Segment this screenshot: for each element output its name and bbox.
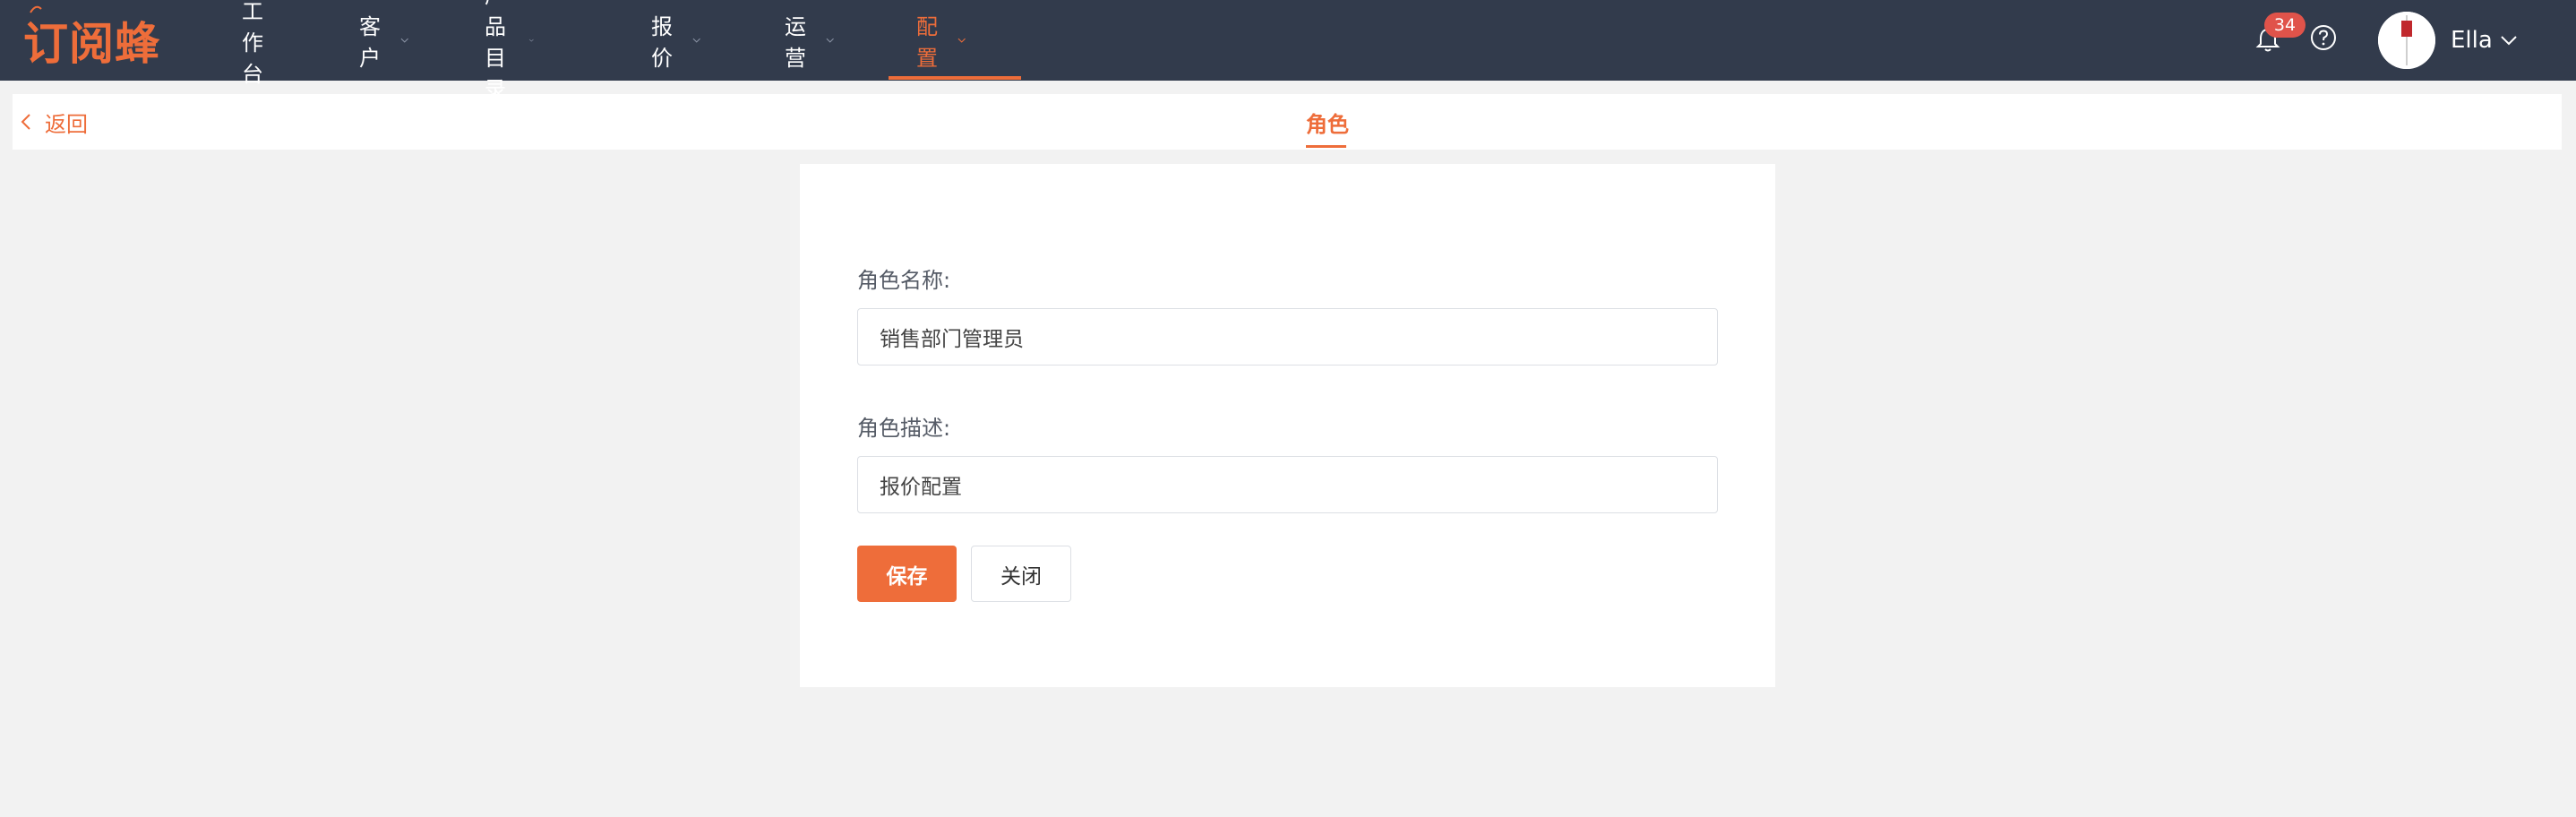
back-label: 返回	[45, 111, 88, 137]
avatar[interactable]	[2378, 12, 2435, 69]
logo-text: 订阅蜂	[23, 18, 160, 70]
active-nav-indicator	[889, 76, 1021, 80]
chevron-down-icon	[957, 38, 966, 43]
nav-item-label: 客户	[359, 14, 381, 71]
role-name-label: 角色名称:	[857, 268, 951, 293]
back-button[interactable]: 返回	[18, 94, 88, 150]
chevron-down-icon	[529, 39, 535, 42]
user-name[interactable]: Ella	[2451, 0, 2493, 81]
role-description-input[interactable]: 报价配置	[857, 456, 1718, 513]
active-tab-indicator	[1306, 145, 1346, 148]
avatar-image-icon	[2378, 12, 2435, 69]
nav-item-quotes[interactable]: 报价	[651, 0, 701, 81]
role-name-value: 销售部门管理员	[880, 328, 1024, 351]
close-button[interactable]: 关闭	[971, 546, 1071, 602]
nav-item-settings[interactable]: 配置	[916, 0, 966, 81]
chevron-down-icon[interactable]	[2499, 32, 2519, 48]
save-button[interactable]: 保存	[857, 546, 957, 602]
nav-item-label: 报价	[651, 14, 673, 71]
role-name-input[interactable]: 销售部门管理员	[857, 308, 1718, 366]
question-circle-icon[interactable]	[2309, 23, 2338, 52]
role-description-label: 角色描述:	[857, 416, 951, 441]
notification-badge: 34	[2264, 13, 2306, 38]
nav-item-product-catalog[interactable]: 产品目录	[485, 0, 535, 102]
nav-item-workbench[interactable]: 工作台	[242, 0, 263, 87]
nav-item-label: 运营	[785, 14, 806, 71]
logo-mark-icon	[30, 5, 42, 13]
top-nav-bar: 订阅蜂 工作台 客户 产品目录 报价 运营 配置 34	[0, 0, 2576, 102]
tab-role[interactable]: 角色	[1306, 94, 1349, 150]
chevron-left-icon	[21, 114, 30, 130]
chevron-down-icon	[826, 38, 834, 43]
nav-item-label: 产品目录	[485, 0, 506, 102]
nav-item-label: 配置	[916, 14, 938, 71]
sub-header: 返回 角色	[13, 94, 2562, 150]
role-description-value: 报价配置	[880, 476, 962, 499]
chevron-down-icon	[692, 38, 700, 43]
nav-item-customers[interactable]: 客户	[359, 0, 409, 81]
brand-logo[interactable]: 订阅蜂	[23, 5, 160, 73]
nav-item-operations[interactable]: 运营	[785, 0, 835, 81]
role-form-card: 角色名称: 销售部门管理员 角色描述: 报价配置 保存 关闭	[800, 164, 1775, 687]
chevron-down-icon	[400, 38, 408, 43]
nav-item-label: 工作台	[242, 0, 263, 87]
